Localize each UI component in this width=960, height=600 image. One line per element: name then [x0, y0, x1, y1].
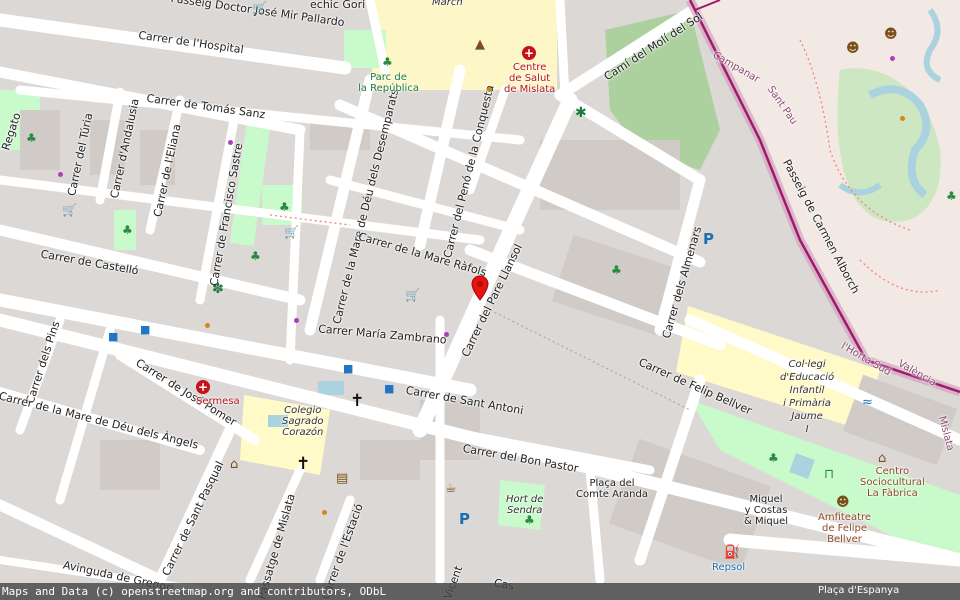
- tree-icon[interactable]: ♣: [768, 452, 779, 464]
- poi-dot-icon[interactable]: [900, 116, 905, 121]
- place-label-placa-espanya: Plaça d'Espanya: [818, 585, 900, 596]
- poi-dot-icon[interactable]: [487, 87, 492, 92]
- tree-icon[interactable]: ♣: [382, 56, 393, 68]
- poi-dot-icon[interactable]: [205, 323, 210, 328]
- bus-stop-icon[interactable]: ■: [108, 331, 118, 342]
- shop-icon[interactable]: 🛒: [62, 204, 77, 216]
- hospital-icon[interactable]: +: [522, 46, 536, 60]
- book-icon[interactable]: ▤: [336, 472, 348, 485]
- picnic-icon[interactable]: ⊓: [824, 468, 834, 481]
- bus-stop-icon[interactable]: ■: [140, 324, 150, 335]
- street-label: echic Gori: [310, 0, 366, 11]
- parking-icon[interactable]: P: [459, 512, 470, 527]
- place-label-sermesa: Sermesa: [196, 396, 240, 407]
- place-label-centro-socio: Centro Sociocultural La Fàbrica: [860, 466, 925, 499]
- tree-icon[interactable]: ♣: [611, 264, 622, 276]
- theatre-icon[interactable]: ☻: [846, 42, 860, 55]
- walking-icon[interactable]: ✱: [575, 106, 587, 120]
- place-label-parc-republica: Parc de la República: [358, 72, 419, 94]
- bus-stop-icon[interactable]: ■: [343, 363, 353, 374]
- place-label-repsol: Repsol: [712, 562, 746, 573]
- fuel-icon[interactable]: ⛽: [724, 546, 740, 559]
- tree-icon[interactable]: ♣: [250, 250, 261, 262]
- museum-icon[interactable]: ⌂: [230, 458, 238, 471]
- pharmacy-icon[interactable]: ✽: [212, 282, 224, 296]
- shop-icon[interactable]: 🛒: [405, 289, 420, 301]
- place-label-placa-comte: Plaça del Comte Aranda: [576, 478, 648, 500]
- museum-icon[interactable]: ⌂: [878, 452, 886, 465]
- tree-icon[interactable]: ♣: [279, 201, 290, 213]
- poi-dot-icon[interactable]: [58, 172, 63, 177]
- attribution-bar: Maps and Data (c) openstreetmap.org and …: [0, 583, 960, 600]
- place-label-colegio: Colegio Sagrado Corazón: [282, 405, 324, 438]
- swimming-icon[interactable]: ≈: [862, 396, 873, 409]
- shop-icon[interactable]: 🛒: [284, 226, 299, 238]
- location-pin-icon[interactable]: [471, 275, 489, 301]
- tree-icon[interactable]: ♣: [946, 190, 957, 202]
- poi-dot-icon[interactable]: [322, 510, 327, 515]
- map-view[interactable]: Passeig Doctor José Mir Pallardo echic G…: [0, 0, 960, 600]
- place-label-col-legi: Col·legi d'Educació Infantil i Primària …: [780, 359, 835, 435]
- church-icon[interactable]: ✝: [350, 393, 364, 410]
- theatre-icon[interactable]: ☻: [884, 28, 898, 41]
- poi-dot-icon[interactable]: [890, 56, 895, 61]
- police-icon[interactable]: ▲: [475, 38, 485, 51]
- church-icon[interactable]: ✝: [296, 456, 310, 473]
- shop-icon[interactable]: 🛒: [252, 2, 267, 14]
- theatre-icon[interactable]: ☻: [836, 496, 850, 509]
- hospital-icon[interactable]: +: [196, 380, 210, 394]
- poi-dot-icon[interactable]: [294, 318, 299, 323]
- poi-dot-icon[interactable]: [444, 332, 449, 337]
- place-label-amfiteatre: Amfiteatre de Felipe Bellver: [818, 512, 872, 545]
- bus-stop-icon[interactable]: ■: [384, 383, 394, 394]
- parking-icon[interactable]: P: [703, 232, 714, 247]
- tree-icon[interactable]: ♣: [26, 132, 37, 144]
- tree-icon[interactable]: ♣: [122, 224, 133, 236]
- cafe-icon[interactable]: ☕: [445, 482, 457, 495]
- place-label-miquel-costas: Miquel y Costas & Miquel: [744, 494, 788, 527]
- place-label: March: [432, 0, 463, 8]
- tree-icon[interactable]: ♣: [524, 514, 535, 526]
- poi-dot-icon[interactable]: [228, 140, 233, 145]
- place-label-centre-salut: Centre de Salut de Mislata: [504, 62, 556, 95]
